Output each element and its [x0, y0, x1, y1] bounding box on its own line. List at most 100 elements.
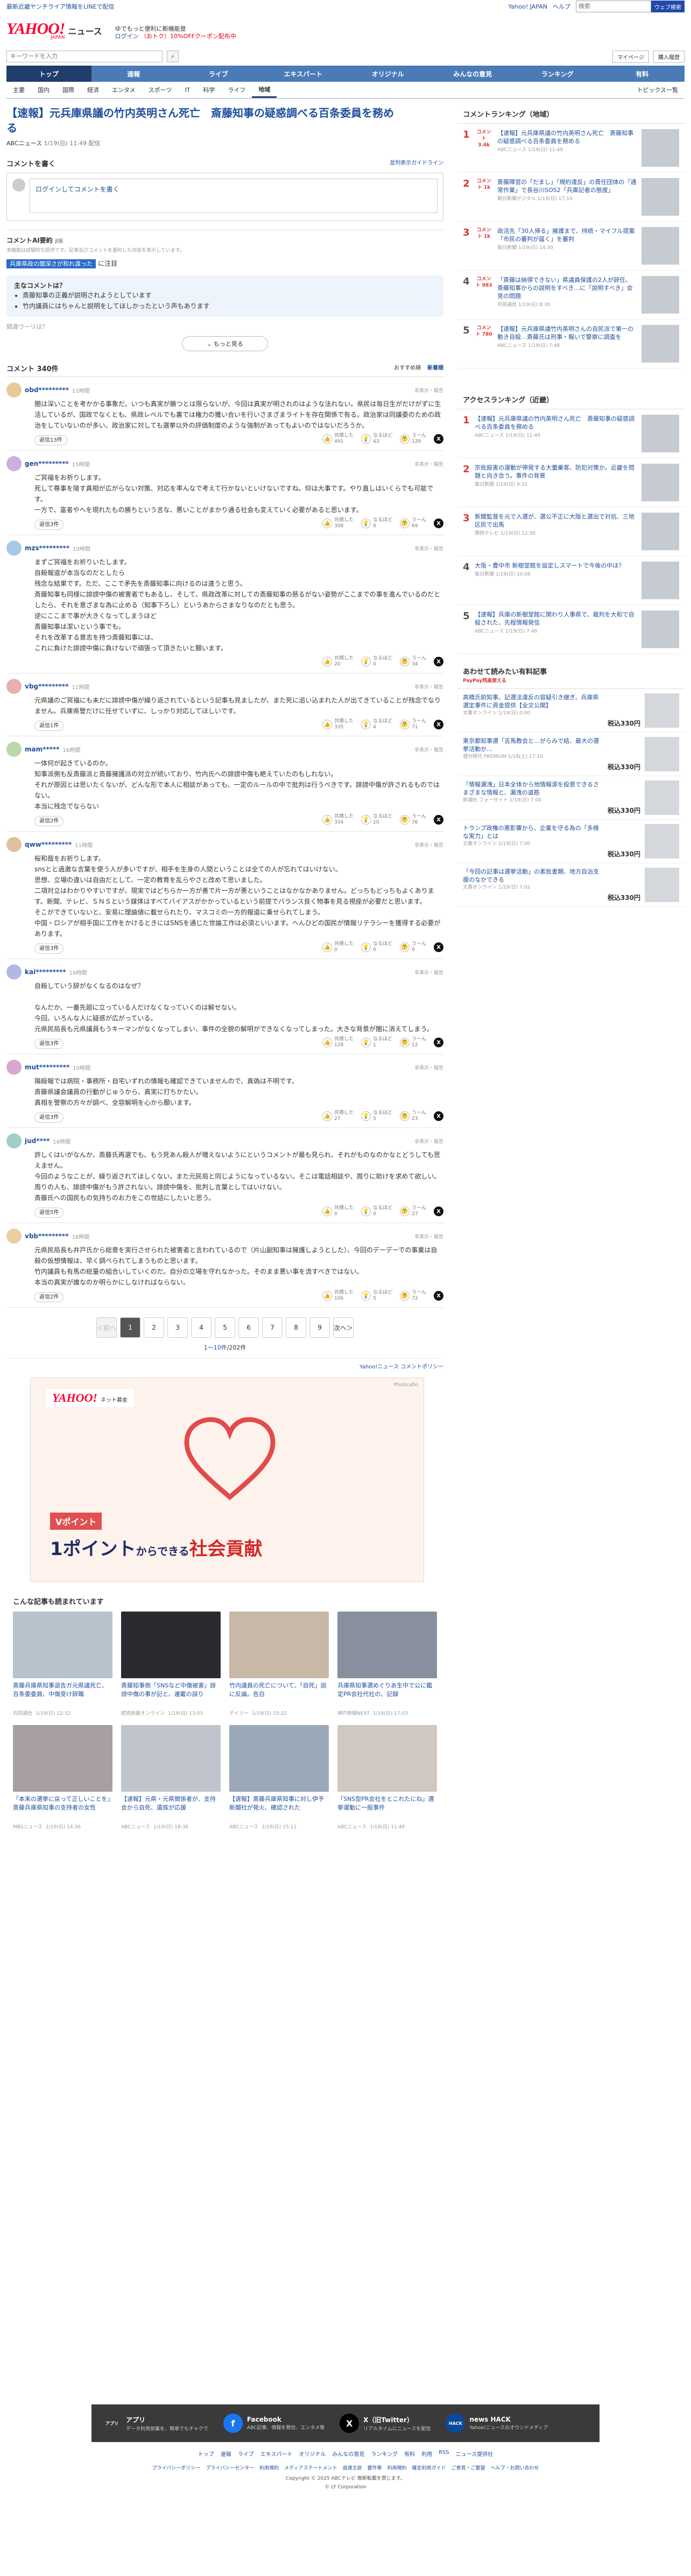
reaction-agree-button[interactable]: 👍 共感した 0: [322, 1205, 354, 1217]
comment-user-name[interactable]: mam*****: [25, 746, 59, 753]
cat-economy[interactable]: 経済: [81, 82, 105, 98]
sort-newest[interactable]: 新着順: [427, 363, 443, 373]
report-link[interactable]: 非表示・報告: [414, 1138, 443, 1145]
x-share-icon[interactable]: X: [434, 1111, 444, 1121]
help-link[interactable]: ヘルプ: [553, 2, 570, 11]
ranking-item[interactable]: 1 コメント 3.4k 【速報】元兵庫県議の竹内英明さん死亡 斎藤知事の疑惑調べる百…: [457, 124, 685, 173]
report-link[interactable]: 非表示・報告: [414, 969, 443, 976]
footer-legal-link[interactable]: 利用規約: [259, 2464, 279, 2471]
footer-legal-link[interactable]: 過渡主欲: [342, 2464, 362, 2471]
reaction-insightful-button[interactable]: 💡 なるほど 0: [361, 656, 392, 668]
comment-user-name[interactable]: gen*********: [25, 460, 69, 467]
reply-button[interactable]: 返信13件: [34, 435, 67, 445]
comment-user-name[interactable]: vbg*********: [25, 683, 68, 690]
reaction-hmm-button[interactable]: 🤔 うーん 71: [400, 719, 426, 730]
access-item[interactable]: 5 【速報】兵庫の新樹堂館に関わり人事県で、裁判を大和で自殺された、先程情報発信 A…: [457, 605, 685, 654]
line-promo-link[interactable]: 最新近畿ヤンチライア情報をLINEで配信: [6, 2, 115, 11]
show-more-button[interactable]: ⌄ もっと見る: [182, 336, 269, 351]
avatar[interactable]: [6, 456, 22, 471]
reaction-agree-button[interactable]: 👍 共感した 106: [322, 1290, 354, 1302]
reaction-agree-button[interactable]: 👍 共感した 27: [322, 1110, 354, 1122]
avatar[interactable]: [6, 964, 22, 980]
related-card[interactable]: 斎藤兵庫県知事退告ガ元県議死亡、百条委委員、中傷受け辞職 共同通信 1/19(日) …: [13, 1612, 113, 1716]
x-share-icon[interactable]: X: [434, 1038, 444, 1047]
avatar[interactable]: [6, 679, 22, 694]
x-share-icon[interactable]: X: [434, 1207, 444, 1216]
avatar[interactable]: [6, 742, 22, 757]
reaction-hmm-button[interactable]: 🤔 うーん 72: [400, 1290, 426, 1302]
reaction-hmm-button[interactable]: 🤔 うーん 23: [400, 1110, 426, 1122]
report-link[interactable]: 非表示・報告: [414, 683, 443, 690]
nav-top[interactable]: トップ: [6, 66, 91, 82]
comment-user-name[interactable]: mzs*********: [25, 544, 69, 552]
related-card[interactable]: 斎藤知事側「SNSなど中傷被害」誹謗中傷の事が記と、連載の誤り 読売新聞オンライン…: [121, 1612, 221, 1716]
prev-page-button[interactable]: ＜前へ: [96, 1317, 117, 1338]
reaction-agree-button[interactable]: 👍 共感した 308: [322, 517, 354, 529]
footer-link[interactable]: トップ: [198, 2450, 214, 2458]
reply-button[interactable]: 返信1件: [34, 720, 64, 731]
report-link[interactable]: 非表示・報告: [414, 460, 443, 467]
reaction-insightful-button[interactable]: 💡 なるほど 0: [361, 941, 392, 953]
related-card[interactable]: 竹内議員の死亡について、「自死」説に反論。告白 デイリー 1/19(日) 15:22: [229, 1612, 329, 1716]
ranking-item[interactable]: 4 コメント 983 「斎藤は納得できない」県議員保護の2人が辞任、斎藤知事からの説…: [457, 271, 685, 320]
paid-article-item[interactable]: 東京都知事選「吉馬教会と…がらみで結、最大の選挙活動か… 週刊現代 PREMIUM…: [457, 733, 685, 776]
avatar[interactable]: [6, 382, 22, 398]
reaction-agree-button[interactable]: 👍 共感した 491: [322, 433, 354, 445]
page-button[interactable]: 9: [309, 1317, 330, 1338]
footer-legal-link[interactable]: プライバシーセンター: [206, 2464, 254, 2471]
related-card[interactable]: 「本来の選挙に戻って正しいことを」斎藤兵庫県知事の支持者の女性 MBSニュース 1/…: [13, 1725, 113, 1830]
ad-banner[interactable]: YAHOO! ネット募金 Photo:afio Vポイント 1ポイントからできる社…: [30, 1378, 424, 1582]
reaction-insightful-button[interactable]: 💡 なるほど 1: [361, 1037, 392, 1048]
reaction-hmm-button[interactable]: 🤔 うーん 34: [400, 656, 426, 668]
comment-user-name[interactable]: obd*********: [25, 386, 69, 394]
sort-recommended[interactable]: おすすめ順: [394, 363, 421, 373]
article-title[interactable]: 【速報】元兵庫県議の竹内英明さん死亡 斎藤知事の疑惑調べる百条委員を務める: [6, 105, 394, 136]
page-button[interactable]: 6: [238, 1317, 259, 1338]
footer-app-link[interactable]: HACK news HACK Yahoo!ニュースのオウンドメディア: [446, 2414, 548, 2433]
cat-world[interactable]: 国際: [56, 82, 81, 98]
reaction-insightful-button[interactable]: 💡 なるほど 5: [361, 1290, 392, 1302]
reaction-hmm-button[interactable]: 🤔 うーん 76: [400, 814, 426, 826]
avatar[interactable]: [6, 1060, 22, 1075]
reply-button[interactable]: 返信3件: [34, 1112, 64, 1123]
reaction-hmm-button[interactable]: 🤔 うーん 129: [400, 433, 426, 445]
footer-app-link[interactable]: f Facebook ABC記事、情報を発信、エンタメ等: [223, 2414, 325, 2433]
cat-domestic[interactable]: 国内: [31, 82, 56, 98]
comment-user-name[interactable]: mut*********: [25, 1063, 69, 1071]
footer-legal-link[interactable]: メディアステートメント: [284, 2464, 337, 2471]
reaction-insightful-button[interactable]: 💡 なるほど 10: [361, 814, 392, 826]
header-promo[interactable]: ゆでもっと便利に新機能登 ログイン （おトク）10%OFFクーポン配布中: [115, 25, 236, 40]
yahoo-news-logo[interactable]: YAHOO! JAPAN ニュース ゆでもっと便利に新機能登 ログイン （おトク）…: [6, 20, 236, 40]
related-card[interactable]: 「SNS型PR会社をとこれたにね」選挙運動に一般事件 ABCニュース 1/19(日)…: [337, 1725, 438, 1830]
reaction-insightful-button[interactable]: 💡 なるほど 5: [361, 1110, 392, 1122]
reaction-hmm-button[interactable]: 🤔 うーん 0: [400, 941, 426, 953]
access-item[interactable]: 4 大阪・豊中市 新樹堂館を設定しスマートで今後の中ほ？ 毎日新聞 1/19(日) …: [457, 556, 685, 605]
x-share-icon[interactable]: X: [434, 815, 444, 825]
reaction-agree-button[interactable]: 👍 共感した 0: [322, 941, 354, 953]
footer-link[interactable]: ライブ: [238, 2450, 254, 2458]
page-button[interactable]: 4: [191, 1317, 212, 1338]
nav-ranking[interactable]: ランキング: [515, 66, 600, 82]
paid-article-item[interactable]: 高橋氏前知事、記選法違反の容疑引き継ぎ、兵庫県選定事件に資金提供【全文公開】 文春…: [457, 689, 685, 733]
reaction-insightful-button[interactable]: 💡 なるほど 8: [361, 517, 392, 529]
reaction-agree-button[interactable]: 👍 共感した 335: [322, 719, 354, 730]
comment-user-name[interactable]: jud****: [25, 1137, 50, 1145]
cat-sports[interactable]: スポーツ: [142, 82, 179, 98]
next-page-button[interactable]: 次へ＞: [333, 1317, 354, 1338]
related-card[interactable]: 兵庫県知事選めぐりあ生中で公に鑑定PR会社代社の、記録 神戸新聞NEXT 1/19(…: [337, 1612, 438, 1716]
comment-user-name[interactable]: qww*********: [25, 841, 72, 848]
x-share-icon[interactable]: X: [434, 519, 444, 528]
cat-local[interactable]: 地域: [252, 82, 277, 98]
cat-entertainment[interactable]: エンタメ: [105, 82, 142, 98]
access-item[interactable]: 1 【速報】元兵庫県議の竹内英明さん死亡 斎藤知事の疑惑調べる百条委員を務める AB…: [457, 409, 685, 458]
footer-legal-link[interactable]: 要件等: [367, 2464, 382, 2471]
comment-policy-link[interactable]: Yahoo!ニュース コメントポリシー: [6, 1358, 444, 1370]
x-share-icon[interactable]: X: [434, 434, 444, 444]
report-link[interactable]: 非表示・報告: [414, 387, 443, 394]
yahoo-japan-link[interactable]: Yahoo! JAPAN: [508, 3, 547, 10]
avatar[interactable]: [6, 541, 22, 556]
cat-it[interactable]: IT: [178, 82, 196, 98]
search-icon[interactable]: ⌕: [167, 51, 179, 62]
ranking-item[interactable]: 5 コメント 780 【速報】元兵庫県議竹内英明さんの自民派で第一の動き自殺…斎藤氏…: [457, 320, 685, 368]
purchase-history-button[interactable]: 購入履歴: [653, 50, 685, 63]
